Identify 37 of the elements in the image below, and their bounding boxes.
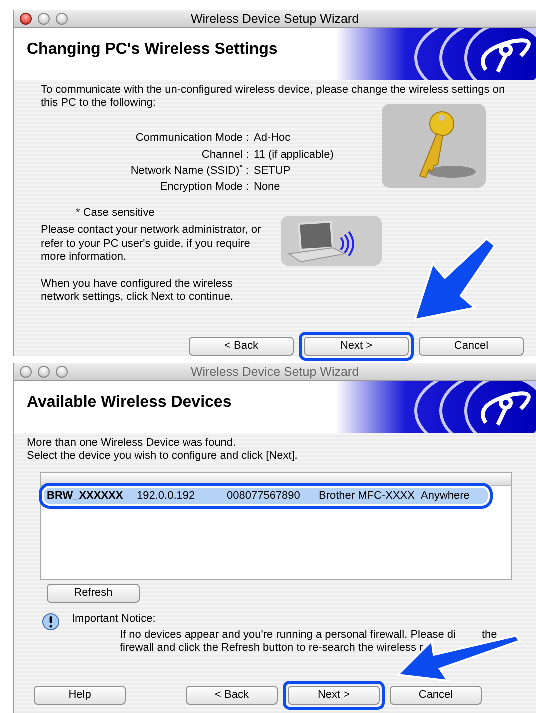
window-title: Wireless Device Setup Wizard xyxy=(190,11,360,28)
instruction-text: When you have configured the wireless network settings, click Next to continue. xyxy=(41,278,235,304)
wizard-button[interactable]: < Back xyxy=(186,686,278,705)
intro-text: To communicate with the un-configured wireless device, please change the wireless settings on this PC to the following: xyxy=(41,84,506,110)
table-row[interactable]: BRW_XXXXXX 192.0.0.192 008077567890 Brother MFC-XXXX Anywhere xyxy=(44,488,488,504)
table-cell-text: Anywhere xyxy=(420,489,471,504)
table-cell-text: BRW_XXXXXX xyxy=(46,489,124,504)
table-cell-text: Brother MFC-XXXX xyxy=(318,489,416,504)
setting-value: None xyxy=(254,180,282,194)
page-heading: Available Wireless Devices xyxy=(27,393,232,413)
notice-title: Important Notice: xyxy=(72,613,157,627)
wizard-button[interactable]: Next > xyxy=(288,686,380,705)
setting-label: Channel : xyxy=(200,148,249,162)
notice-text: If no devices appear and you're running a personal firewall. Please di xyxy=(120,628,456,642)
setting-label: Encryption Mode : xyxy=(159,180,249,194)
wizard-button[interactable]: < Back xyxy=(189,337,294,356)
setting-value: Ad-Hoc xyxy=(254,132,292,146)
setting-label: Communication Mode : xyxy=(134,132,249,146)
help-text: Please contact your network administrator, or refer to your PC user's guide, if you require more information. xyxy=(41,224,262,264)
wizard-button[interactable]: Next > xyxy=(304,337,409,356)
wizard-button[interactable]: Help xyxy=(34,686,126,705)
message-text: Select the device you wish to configure and click [Next]. xyxy=(27,450,299,464)
setting-value: SETUP xyxy=(254,164,292,178)
device-table[interactable]: BRW_XXXXXX 192.0.0.192 008077567890 Brother MFC-XXXX Anywhere xyxy=(40,472,512,580)
wizard-button[interactable]: Cancel xyxy=(419,337,524,356)
table-cell-text: 192.0.0.192 xyxy=(136,489,196,504)
footnote-text: * Case sensitive xyxy=(76,207,156,220)
notice-text: the xyxy=(482,628,498,642)
table-cell-text: 008077567890 xyxy=(226,489,302,504)
message-text: More than one Wireless Device was found. xyxy=(27,437,238,450)
setting-label: Network Name (SSID)$^{*}$ : xyxy=(130,164,249,178)
wizard-button[interactable]: Cancel xyxy=(390,686,482,705)
refresh-button[interactable]: Refresh xyxy=(47,584,140,604)
page-heading: Changing PC's Wireless Settings xyxy=(27,40,278,60)
window-title: Wireless Device Setup Wizard xyxy=(190,364,360,381)
notice-text: firewall and click the Refresh button to re-search the wireless r xyxy=(120,642,424,655)
setting-value: 11 (if applicable) xyxy=(254,148,335,162)
